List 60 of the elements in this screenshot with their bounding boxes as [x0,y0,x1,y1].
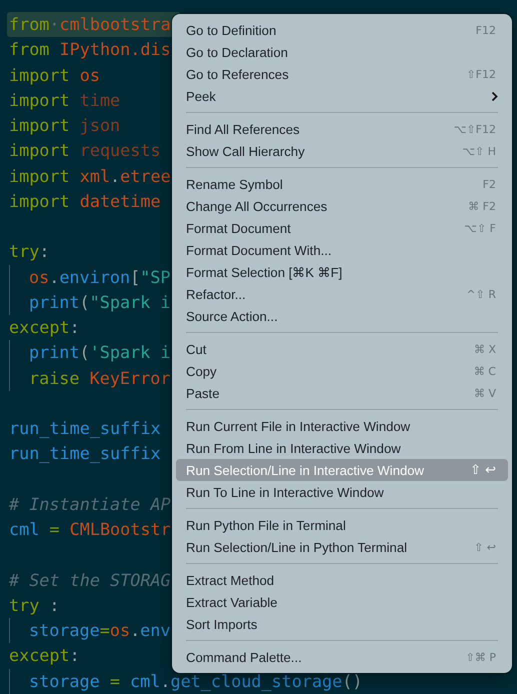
menu-item[interactable]: Rename Symbol F2 [176,173,508,195]
code-line: os.environ["SP [0,264,170,290]
code-line: run_time_suffix [8,417,161,440]
code-comment: # Set the STORAG [8,568,171,592]
code-line: except: [8,316,80,339]
shortcut-text: ⇧⌘ P [466,650,497,664]
menu-item[interactable]: Run Python File in Terminal [176,514,508,536]
menu-item[interactable]: Run Current File in Interactive Window [176,415,508,437]
code-line: try: [8,240,50,264]
code-line: raise KeyError [0,366,170,391]
shortcut-text: ⌘ V [474,386,497,400]
shortcut-text: ⇧ ↩ [474,540,497,554]
shortcut-text: ⇧F12 [466,68,497,80]
code-comment: # Instantiate AP [8,492,171,516]
menu-item[interactable]: Copy ⌘ C [176,360,508,382]
menu-item[interactable]: Go to Declaration [176,41,508,63]
menu-item[interactable]: Format Document With... [176,239,508,261]
shortcut-text: ⌘ X [474,342,497,356]
menu-item[interactable]: Show Call Hierarchy ⌥⇧ H [176,140,508,162]
code-line: storage=os.env [0,618,170,644]
menu-item[interactable]: Run To Line in Interactive Window [176,481,508,503]
code-line: import json [8,114,120,137]
code-line: storage = cml.get_cloud_storage() [0,668,362,694]
menu-item[interactable]: Sort Imports [176,613,508,635]
menu-item[interactable]: Extract Method [176,569,508,591]
code-line: from IPython.dis [8,38,171,62]
menu-item[interactable]: Go to References ⇧F12 [176,63,508,85]
shortcut-text: ⇧ ↩ [470,462,497,478]
menu-item[interactable]: Paste ⌘ V [176,382,508,404]
menu-item[interactable]: Format Selection [⌘K ⌘F] [176,261,508,283]
shortcut-text: F2 [482,178,497,190]
shortcut-text: ⌥⇧ H [462,144,497,158]
code-line: cml = CMLBootstr [8,518,171,541]
code-line: import os [8,64,100,86]
code-line: print('Spark i [0,340,170,366]
code-line: print("Spark i [0,290,170,315]
shortcut-text: ⌘ C [474,364,497,378]
menu-item[interactable]: Format Document ⌥⇧ F [176,217,508,239]
code-line: import requests [8,139,161,162]
shortcut-text: ⌘ F2 [468,200,497,212]
code-line: import time [8,88,120,112]
menu-item[interactable]: Peek [176,85,508,107]
menu-item[interactable]: Extract Variable [176,591,508,613]
menu-item[interactable]: Find All References ⌥⇧F12 [176,118,508,140]
menu-item[interactable]: Run From Line in Interactive Window [176,437,508,459]
code-line: except: [8,644,80,668]
shortcut-text: ^⇧ R [466,288,497,300]
code-line: import datetime [8,190,161,213]
menu-item[interactable]: Run Selection/Line in Python Terminal ⇧ ↩ [176,536,508,558]
menu-item[interactable]: Cut ⌘ X [176,338,508,360]
menu-item[interactable]: Change All Occurrences ⌘ F2 [176,195,508,217]
menu-item[interactable]: Source Action... [176,305,508,327]
code-line: import xml.etree [8,164,171,188]
shortcut-text: ⌥⇧ F [464,222,497,234]
shortcut-text: F12 [476,24,497,36]
code-line: try : [8,594,60,617]
shortcut-text: ⌥⇧F12 [454,122,497,136]
menu-item[interactable]: Command Palette... ⇧⌘ P [176,646,508,668]
code-line: run_time_suffix [8,442,161,466]
menu-item[interactable]: Refactor... ^⇧ R [176,283,508,305]
